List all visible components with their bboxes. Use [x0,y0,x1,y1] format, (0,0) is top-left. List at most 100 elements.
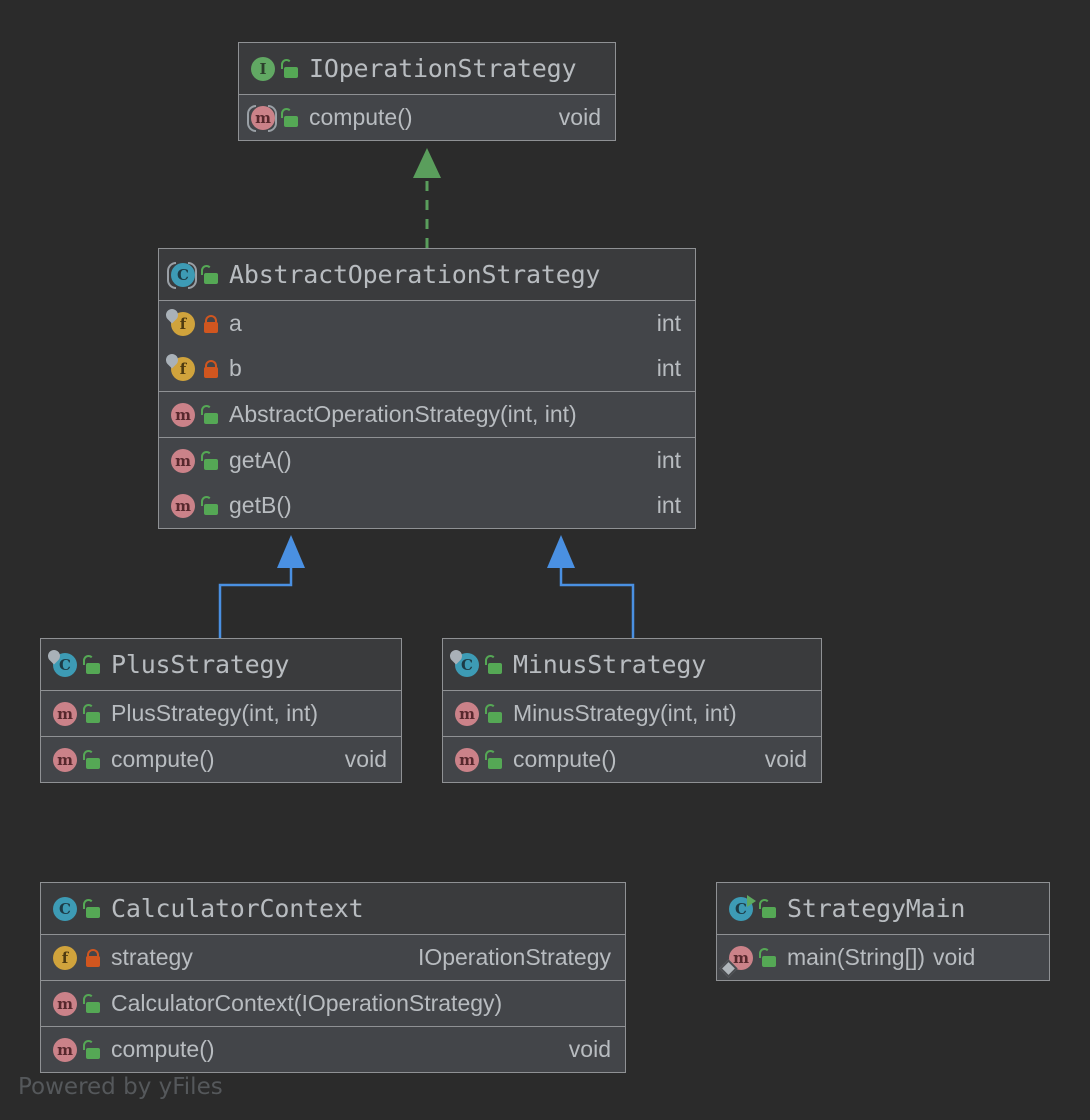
class-header: C PlusStrategy [41,639,401,691]
member-row[interactable]: m getB() int [159,483,695,528]
member-type: void [327,746,387,773]
member-row[interactable]: f a int [159,301,695,346]
method-icon: m [169,493,195,519]
uml-class-calculatorcontext[interactable]: C CalculatorContext f strategy IOperatio… [40,882,626,1073]
uml-class-abstractoperationstrategy[interactable]: C AbstractOperationStrategy f a int f b … [158,248,696,529]
method-section: m getA() int m getB() int [159,438,695,528]
member-name: strategy [111,944,193,971]
member-type: void [933,944,975,971]
public-unlocked-icon [486,704,504,724]
public-unlocked-icon [202,496,220,516]
member-row[interactable]: m compute() void [41,737,401,782]
final-field-icon: f [169,311,195,337]
member-name: compute() [111,1036,215,1063]
member-row[interactable]: f strategy IOperationStrategy [41,935,625,980]
class-header: C CalculatorContext [41,883,625,935]
public-unlocked-icon [202,405,220,425]
method-section: m main(String[]) void [717,935,1049,980]
method-icon: m [169,448,195,474]
class-name: IOperationStrategy [309,54,576,83]
member-name: a [229,310,242,337]
member-name: MinusStrategy(int, int) [513,700,737,727]
field-section: f a int f b int [159,301,695,392]
member-name: AbstractOperationStrategy(int, int) [229,401,577,428]
member-name: PlusStrategy(int, int) [111,700,318,727]
edge-inheritance-minus-to-abstract [547,535,633,638]
member-name: getB() [229,492,292,519]
class-name: CalculatorContext [111,894,363,923]
method-section: m compute() void [41,1027,625,1072]
member-row[interactable]: m AbstractOperationStrategy(int, int) [159,392,695,437]
class-icon: C [51,896,77,922]
class-name: MinusStrategy [513,650,706,679]
uml-class-ioperationstrategy[interactable]: I IOperationStrategy m compute() void [238,42,616,141]
member-type: void [747,746,807,773]
uml-class-strategymain[interactable]: C StrategyMain m main(String[]) void [716,882,1050,981]
uml-diagram-canvas: I IOperationStrategy m compute() void C … [0,0,1090,1120]
member-row[interactable]: m MinusStrategy(int, int) [443,691,821,736]
constructor-section: m AbstractOperationStrategy(int, int) [159,392,695,438]
uml-class-plusstrategy[interactable]: C PlusStrategy m PlusStrategy(int, int) … [40,638,402,783]
constructor-section: m CalculatorContext(IOperationStrategy) [41,981,625,1027]
class-header: C AbstractOperationStrategy [159,249,695,301]
member-row[interactable]: m compute() void [443,737,821,782]
member-row[interactable]: m main(String[]) void [717,935,1049,980]
public-unlocked-icon [84,1040,102,1060]
public-unlocked-icon [760,948,778,968]
class-header: I IOperationStrategy [239,43,615,95]
public-unlocked-icon [760,899,778,919]
method-icon: m [51,747,77,773]
private-locked-icon [202,314,220,334]
uml-class-minusstrategy[interactable]: C MinusStrategy m MinusStrategy(int, int… [442,638,822,783]
member-name: compute() [309,104,413,131]
public-unlocked-icon [84,899,102,919]
member-name: compute() [111,746,215,773]
method-icon: m [453,747,479,773]
member-row[interactable]: m compute() void [41,1027,625,1072]
public-unlocked-icon [486,655,504,675]
runnable-class-icon: C [727,896,753,922]
member-name: getA() [229,447,292,474]
field-section: f strategy IOperationStrategy [41,935,625,981]
abstract-class-icon: C [169,262,195,288]
member-type: void [541,104,601,131]
private-locked-icon [84,948,102,968]
static-method-icon: m [727,945,753,971]
public-unlocked-icon [486,750,504,770]
method-section: m compute() void [41,737,401,782]
member-row[interactable]: f b int [159,346,695,391]
public-unlocked-icon [282,59,300,79]
member-row[interactable]: m PlusStrategy(int, int) [41,691,401,736]
member-type: int [639,447,681,474]
interface-icon: I [249,56,275,82]
public-unlocked-icon [84,655,102,675]
class-name: AbstractOperationStrategy [229,260,600,289]
public-unlocked-icon [202,265,220,285]
member-row[interactable]: m compute() void [239,95,615,140]
public-unlocked-icon [84,994,102,1014]
public-unlocked-icon [282,108,300,128]
method-icon: m [51,1037,77,1063]
final-class-icon: C [51,652,77,678]
member-row[interactable]: m getA() int [159,438,695,483]
public-unlocked-icon [84,704,102,724]
final-class-icon: C [453,652,479,678]
member-type: int [639,492,681,519]
member-name: CalculatorContext(IOperationStrategy) [111,990,502,1017]
public-unlocked-icon [202,451,220,471]
method-icon: m [169,402,195,428]
public-unlocked-icon [84,750,102,770]
member-row[interactable]: m CalculatorContext(IOperationStrategy) [41,981,625,1026]
member-name: compute() [513,746,617,773]
method-icon: m [453,701,479,727]
class-name: StrategyMain [787,894,965,923]
final-field-icon: f [169,356,195,382]
method-section: m compute() void [443,737,821,782]
private-locked-icon [202,359,220,379]
member-name: b [229,355,242,382]
abstract-method-icon: m [249,105,275,131]
field-icon: f [51,945,77,971]
member-type: IOperationStrategy [400,944,611,971]
class-name: PlusStrategy [111,650,289,679]
member-type: int [639,355,681,382]
